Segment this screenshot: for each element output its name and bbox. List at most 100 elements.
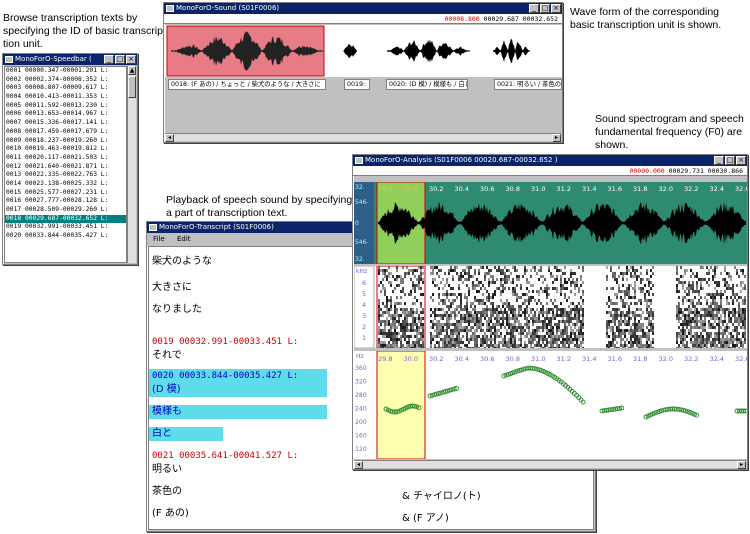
list-item[interactable]: 0003 00008.807-00009.617 L: xyxy=(5,84,126,93)
list-item[interactable]: 0018 00029.687-00032.652 L: xyxy=(5,214,126,224)
maximize-icon[interactable]: □ xyxy=(540,4,550,13)
spectrogram-cell xyxy=(474,308,476,311)
spectrogram-cell xyxy=(562,287,564,290)
spectrogram-cell xyxy=(464,305,466,308)
list-item[interactable]: 0013 00022.335-00022.763 L: xyxy=(5,171,126,180)
spectrogram-cell xyxy=(644,347,646,348)
spectrogram-cell xyxy=(702,320,704,323)
spectrogram-cell xyxy=(614,320,616,323)
minimize-icon[interactable]: _ xyxy=(714,156,724,165)
list-item[interactable]: 0009 00018.237-00019.260 L: xyxy=(5,137,126,146)
scroll-left-icon[interactable]: ◂ xyxy=(354,461,363,469)
spectrogram-cell xyxy=(544,323,546,326)
spectrogram-cell xyxy=(410,293,412,296)
speedbar-titlebar[interactable]: MonoForO-Speedbar ( _ □ × xyxy=(3,54,137,65)
list-item[interactable]: 0005 00011.592-00013.230 L: xyxy=(5,102,126,111)
list-item[interactable]: 0008 00017.459-00017.679 L: xyxy=(5,128,126,137)
spectrogram-cell xyxy=(640,266,642,269)
scroll-up-icon[interactable]: ▲ xyxy=(128,66,136,75)
list-item[interactable]: 0020 00033.844-00035.427 L: xyxy=(5,232,126,241)
spectrogram-cell xyxy=(520,296,522,299)
minimize-icon[interactable]: _ xyxy=(529,4,539,13)
close-icon[interactable]: × xyxy=(126,55,136,64)
spectrogram-cell xyxy=(416,338,418,341)
spectrogram-cell xyxy=(384,323,386,326)
spectrogram-cell xyxy=(456,305,458,308)
wave-axis-label: 32. xyxy=(355,256,365,263)
transcript-line[interactable]: なりました xyxy=(149,303,202,317)
transcript-line[interactable]: (D 模) xyxy=(149,383,327,397)
transcript-line[interactable]: (F あの) xyxy=(149,507,189,521)
maximize-icon[interactable]: □ xyxy=(115,55,125,64)
transcript-line[interactable]: 0020 00033.844-00035.427 L: xyxy=(149,369,327,383)
sound-hscroll[interactable]: ◂ ▸ xyxy=(165,133,561,142)
transcript-line[interactable]: 大きさに xyxy=(149,281,192,295)
list-item[interactable]: 0006 00013.653-00014.967 L: xyxy=(5,110,126,119)
segment-label-0018[interactable]: 0018: (F あの) / ちょっと / 柴犬のような / 大きさに xyxy=(168,79,326,90)
spectrogram-cell xyxy=(652,293,654,296)
list-item[interactable]: 0017 00028.509-00029.260 L: xyxy=(5,206,126,215)
analysis-waveform[interactable]: 32.546-0546-32. 29.8 30.0 30.2 30.4 30.6 30.8… xyxy=(354,182,747,264)
segment-label-0021[interactable]: 0021: 明るい / 茶色の xyxy=(494,79,562,90)
spectrogram-cell xyxy=(702,344,704,347)
segment-label-0019[interactable]: 0019: xyxy=(344,79,370,90)
spectrogram-cell xyxy=(496,317,498,320)
analysis-titlebar[interactable]: MonoForO-Analysis (S01F0006 00020.687-00… xyxy=(353,155,747,166)
spectrogram[interactable]: kHz654321 xyxy=(354,266,747,348)
spectrogram-cell xyxy=(514,290,516,293)
spectrogram-cell xyxy=(452,329,454,332)
spectrogram-cell xyxy=(466,284,468,287)
spectrogram-cell xyxy=(648,347,650,348)
list-item[interactable]: 0010 00019.463-00019.812 L: xyxy=(5,145,126,154)
list-item[interactable]: 0016 00027.777-00028.128 L: xyxy=(5,197,126,206)
spectrogram-cell xyxy=(500,308,502,311)
spectrogram-cell xyxy=(396,275,398,278)
transcript-line[interactable]: 0021 00035.641-00041.527 L: xyxy=(149,449,298,463)
scroll-thumb[interactable] xyxy=(128,76,136,98)
spectrogram-cell xyxy=(716,332,718,335)
transcript-line[interactable]: 0019 00032.991-00033.451 L: xyxy=(149,335,298,349)
spectrogram-cell xyxy=(738,302,740,305)
list-item[interactable]: 0001 00000.347-00001.201 L: xyxy=(5,67,126,76)
speedbar-scrollbar[interactable]: ▲ xyxy=(127,66,136,263)
transcript-line[interactable]: 柴犬のような xyxy=(149,255,212,269)
maximize-icon[interactable]: □ xyxy=(725,156,735,165)
spectrogram-cell xyxy=(396,269,398,272)
menu-file[interactable]: File xyxy=(153,235,165,243)
sound-waveform[interactable] xyxy=(165,25,562,77)
sound-titlebar[interactable]: MonoForO-Sound (S01F0006) _ □ × xyxy=(164,3,562,14)
spectrogram-cell xyxy=(744,311,746,314)
spectrogram-cell xyxy=(466,338,468,341)
spectrogram-cell xyxy=(488,269,490,272)
analysis-hscroll[interactable]: ◂ ▸ xyxy=(354,460,746,469)
f0-contour[interactable]: Hz360320280240200160120 29.8 30.0 30.2 30.4… xyxy=(354,351,747,459)
scroll-left-icon[interactable]: ◂ xyxy=(165,134,174,142)
menu-edit[interactable]: Edit xyxy=(177,235,191,243)
spectrogram-cell xyxy=(676,278,678,281)
transcript-line[interactable]: 茶色の xyxy=(149,485,182,499)
close-icon[interactable]: × xyxy=(736,156,746,165)
spectrogram-cell xyxy=(456,296,458,299)
list-item[interactable]: 0019 00032.991-00033.451 L: xyxy=(5,223,126,232)
list-item[interactable]: 0004 00010.413-00011.353 L: xyxy=(5,93,126,102)
spectrogram-cell xyxy=(492,275,494,278)
transcript-line[interactable]: 模様も xyxy=(149,405,327,419)
transcript-line[interactable]: 白と xyxy=(149,427,223,441)
transcript-line[interactable]: 明るい xyxy=(149,463,182,477)
minimize-icon[interactable]: _ xyxy=(104,55,114,64)
list-item[interactable]: 0015 00025.577-00027.231 L: xyxy=(5,189,126,198)
scroll-right-icon[interactable]: ▸ xyxy=(737,461,746,469)
segment-label-0020[interactable]: 0020: (D 模) / 模様も / 白と xyxy=(386,79,468,90)
list-item[interactable]: 0014 00023.138-00025.332 L: xyxy=(5,180,126,189)
transcription-id-list[interactable]: 0001 00000.347-00001.201 L: 0002 00002.37… xyxy=(4,66,127,263)
spectrogram-cell xyxy=(510,332,512,335)
spectrogram-cell xyxy=(378,272,380,275)
spectrogram-cell xyxy=(744,299,746,302)
scroll-right-icon[interactable]: ▸ xyxy=(552,134,561,142)
transcript-line[interactable]: それで xyxy=(149,349,182,363)
list-item[interactable]: 0011 00020.117-00021.503 L: xyxy=(5,154,126,163)
list-item[interactable]: 0002 00002.374-00008.352 L: xyxy=(5,76,126,85)
list-item[interactable]: 0007 00015.336-00017.141 L: xyxy=(5,119,126,128)
close-icon[interactable]: × xyxy=(551,4,561,13)
list-item[interactable]: 0012 00021.640-00021.871 L: xyxy=(5,163,126,172)
